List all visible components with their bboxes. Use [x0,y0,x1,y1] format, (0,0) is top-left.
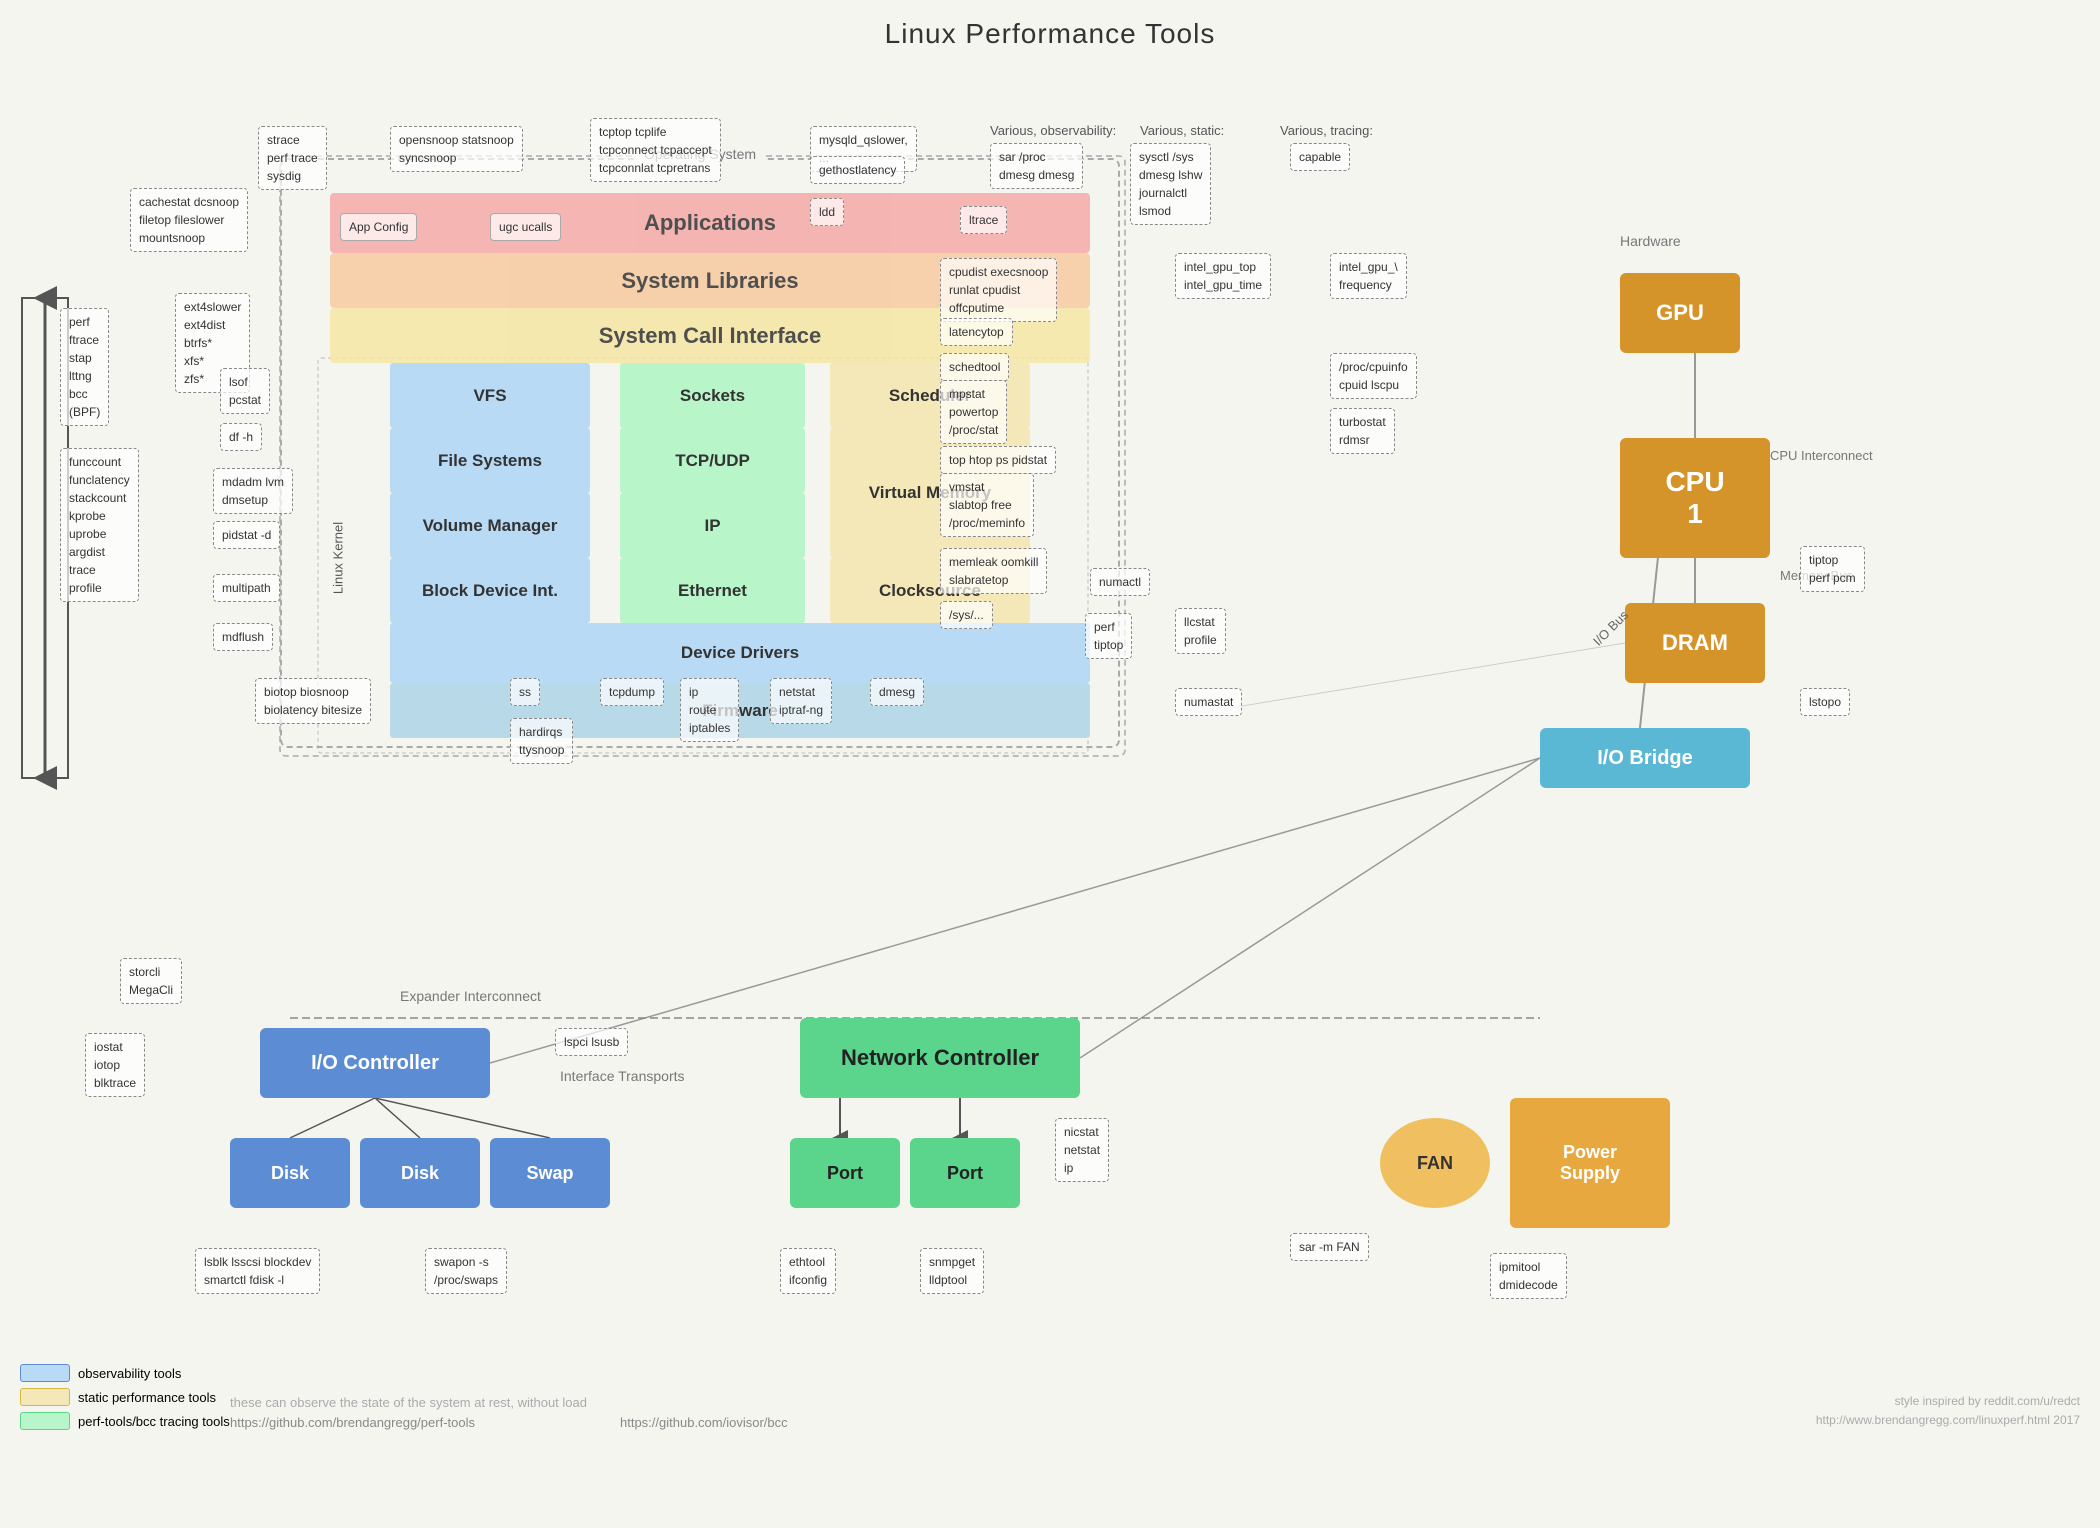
page-title: Linux Performance Tools [0,0,2100,58]
tool-nicstat: nicstat netstat ip [1055,1118,1109,1182]
various-static-label: Various, static: [1140,123,1224,138]
link-perf-tools[interactable]: https://github.com/brendangregg/perf-too… [230,1415,475,1430]
tool-cachestat: cachestat dcsnoop filetop fileslower mou… [130,188,248,252]
port2-component: Port [910,1138,1020,1208]
tcpudp-box: TCP/UDP [620,428,805,493]
ethernet-box: Ethernet [620,558,805,623]
tool-biotop: biotop biosnoop biolatency bitesize [255,678,371,724]
vfs-box: VFS [390,363,590,428]
file-systems-box: File Systems [390,428,590,493]
legend-static: static performance tools [20,1388,230,1406]
tool-top-htop: top htop ps pidstat [940,446,1056,474]
tool-mpstat: mpstat powertop /proc/stat [940,380,1007,444]
tool-gethostlatency: gethostlatency [810,156,905,184]
tool-opensnoop: opensnoop statsnoop syncsnoop [390,126,523,172]
tool-perf-ftrace: perf ftrace stap lttng bcc (BPF) [60,308,109,426]
tool-vmstat: vmstat slabtop free /proc/meminfo [940,473,1034,537]
power-supply-component: Power Supply [1510,1098,1670,1228]
tool-tcptop: tcptop tcplife tcpconnect tcpaccept tcpc… [590,118,721,182]
tool-tcpdump: tcpdump [600,678,664,706]
expander-interconnect-label: Expander Interconnect [400,988,541,1004]
device-drivers-box: Device Drivers [390,623,1090,683]
various-tracing-label: Various, tracing: [1280,123,1373,138]
tool-turbostat: turbostat rdmsr [1330,408,1395,454]
tool-df: df -h [220,423,262,451]
tool-dmesg-net: dmesg [870,678,924,706]
tool-sar-fan: sar -m FAN [1290,1233,1369,1261]
cpu-component: CPU 1 [1620,438,1770,558]
tool-lspci: lspci lsusb [555,1028,628,1056]
io-controller-component: I/O Controller [260,1028,490,1098]
tool-ss: ss [510,678,540,706]
disk1-component: Disk [230,1138,350,1208]
tool-proc-cpuinfo: /proc/cpuinfo cpuid lscpu [1330,353,1417,399]
tool-ipmitool: ipmitool dmidecode [1490,1253,1567,1299]
dram-component: DRAM [1625,603,1765,683]
tool-capable: capable [1290,143,1350,171]
ip-box: IP [620,493,805,558]
hardware-label: Hardware [1620,233,1681,249]
tool-ltrace: ltrace [960,206,1007,234]
firmware-box: Firmware [390,683,1090,738]
volume-manager-box: Volume Manager [390,493,590,558]
cpu-interconnect-label: CPU Interconnect [1770,448,1873,463]
tool-ldd: ldd [810,198,844,226]
tool-ugc: ugc ucalls [490,213,561,241]
tool-schedtool: schedtool [940,353,1009,381]
tool-ip-route: ip route iptables [680,678,739,742]
tool-tiptop: tiptop perf pcm [1800,546,1865,592]
tool-snmpget: snmpget lldptool [920,1248,984,1294]
swap-component: Swap [490,1138,610,1208]
tool-mdadm: mdadm lvm dmsetup [213,468,293,514]
port1-component: Port [790,1138,900,1208]
diagram-area: Operating System Applications System Lib… [0,58,2100,1448]
tool-strace: strace perf trace sysdig [258,126,327,190]
tool-storcli: storcli MegaCli [120,958,182,1004]
tool-iosat-iotop: iostat iotop blktrace [85,1033,145,1097]
tool-intel-gpu-freq: intel_gpu_\ frequency [1330,253,1407,299]
tool-pidstat-d: pidstat -d [213,521,280,549]
static-desc: these can observe the state of the syste… [230,1395,587,1410]
legend: observability tools static performance t… [20,1364,230,1430]
kernel-label: Linux Kernel [331,522,346,594]
credits: style inspired by reddit.com/u/redct htt… [1816,1392,2080,1430]
network-controller-component: Network Controller [800,1018,1080,1098]
tool-app-config: App Config [340,213,417,241]
legend-tracing: perf-tools/bcc tracing tools [20,1412,230,1430]
tool-funccount: funccount funclatency stackcount kprobe … [60,448,139,602]
legend-observability: observability tools [20,1364,230,1382]
tool-sys-dots: /sys/... [940,601,993,629]
tool-cpudist: cpudist execsnoop runlat cpudist offcput… [940,258,1057,322]
tool-lstopo: lstopo [1800,688,1850,716]
tool-netstat: netstat iptraf-ng [770,678,832,724]
tool-intel-gpu-top: intel_gpu_top intel_gpu_time [1175,253,1271,299]
gpu-component: GPU [1620,273,1740,353]
tool-latencytop: latencytop [940,318,1013,346]
tool-hardirqs: hardirqs ttysnoop [510,718,573,764]
link-bcc[interactable]: https://github.com/iovisor/bcc [620,1415,788,1430]
interface-transports-label: Interface Transports [560,1068,685,1084]
tool-multipath: multipath [213,574,280,602]
tool-ethtool: ethtool ifconfig [780,1248,836,1294]
sockets-box: Sockets [620,363,805,428]
tool-sysctl: sysctl /sys dmesg lshw journalctl lsmod [1130,143,1211,225]
tool-numactl: numactl [1090,568,1150,596]
tool-lsblk: lsblk lsscsi blockdev smartctl fdisk -l [195,1248,320,1294]
disk2-component: Disk [360,1138,480,1208]
tool-lsof: lsof pcstat [220,368,270,414]
tool-mdflush: mdflush [213,623,273,651]
block-device-box: Block Device Int. [390,558,590,623]
various-obs-label: Various, observability: [990,123,1116,138]
tool-numastat: numastat [1175,688,1242,716]
io-bridge-component: I/O Bridge [1540,728,1750,788]
tool-llcstat: llcstat profile [1175,608,1226,654]
tool-sar-proc: sar /proc dmesg dmesg [990,143,1083,189]
fan-component: FAN [1380,1118,1490,1208]
tool-memleak: memleak oomkill slabratetop [940,548,1047,594]
tool-swapon: swapon -s /proc/swaps [425,1248,507,1294]
tool-perf-tiptop: perf tiptop [1085,613,1132,659]
